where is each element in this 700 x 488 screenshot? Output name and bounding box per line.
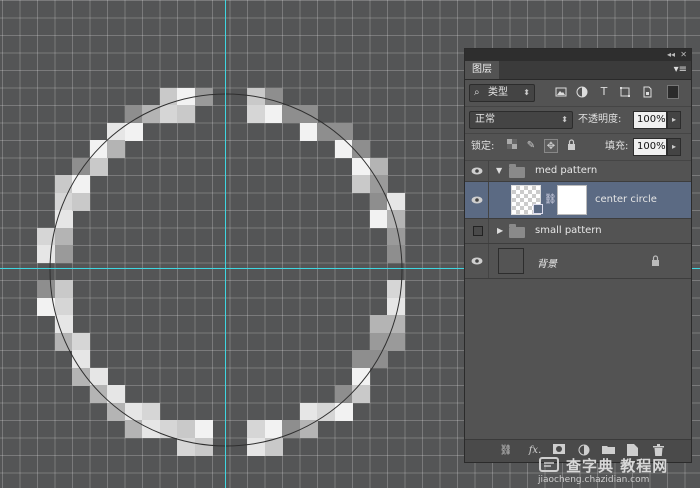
opacity-label: 不透明度: [578,114,622,125]
opacity-dropdown-icon[interactable]: ▸ [667,111,681,129]
lock-row: 锁定: ✎ ✥ 填充: 100% ▸ [465,134,691,161]
lock-label: 锁定: [471,141,495,152]
layer-lock-icon [651,255,660,269]
watermark-url: jiaocheng.chazidian.com [538,475,650,485]
adjustment-filter-icon[interactable] [576,86,588,98]
fill-field[interactable]: 100% [633,138,667,156]
eye-icon[interactable] [471,167,483,175]
updown-arrows-icon: ⬍ [561,115,568,124]
layer-name: med pattern [535,165,598,176]
watermark-logo [539,457,559,472]
search-icon: ⌕ [474,87,480,98]
mask-thumbnail[interactable] [557,185,587,215]
lock-position-icon[interactable]: ✥ [544,139,558,153]
watermark-main-text: 查字典 教程网 [566,457,669,475]
watermark: 查字典 教程网 jiaocheng.chazidian.com [538,455,698,487]
layers-panel: ◂◂ ✕ 图层 ▾≡ ⌕ 类型 ⬍ T 正常 ⬍ 不透明度: 100% ▸ 锁定… [464,48,692,463]
expand-triangle-icon[interactable]: ▼ [496,166,502,175]
visibility-cell[interactable] [465,161,489,181]
visibility-cell[interactable] [465,244,489,278]
panel-menu-icon[interactable]: ▾≡ [674,63,687,77]
blend-mode-label: 正常 [475,114,495,125]
shape-filter-icon[interactable] [619,86,631,98]
image-filter-icon[interactable] [555,86,567,98]
eye-icon[interactable] [471,257,483,265]
opacity-field[interactable]: 100% [633,111,667,129]
blend-row: 正常 ⬍ 不透明度: 100% ▸ [465,107,691,134]
panel-title-bar: ◂◂ ✕ [465,49,691,61]
layer-name: center circle [595,194,657,205]
filter-kind-select[interactable]: ⌕ 类型 ⬍ [469,84,535,102]
layer-row-small-pattern[interactable]: ▶ small pattern [465,219,691,244]
layer-row-center-circle[interactable]: ⛓ center circle [465,182,691,219]
smart-object-badge-icon [533,204,543,214]
visibility-off-box[interactable] [473,226,483,236]
visibility-cell[interactable] [465,182,489,218]
link-icon[interactable]: ⛓ [544,194,557,205]
collapsed-triangle-icon[interactable]: ▶ [497,226,503,235]
lock-image-pixels-icon[interactable]: ✎ [524,139,538,153]
collapse-panel-icon[interactable]: ◂◂ [667,49,675,61]
close-panel-icon[interactable]: ✕ [680,49,687,61]
blend-mode-select[interactable]: 正常 ⬍ [469,111,573,129]
tab-layers[interactable]: 图层 [465,61,499,79]
folder-icon [509,164,525,178]
fill-label: 填充: [605,141,629,152]
fill-dropdown-icon[interactable]: ▸ [667,138,681,156]
lock-all-icon[interactable] [564,139,578,153]
layer-name: 背景 [537,259,557,270]
layer-row-background[interactable]: 背景 [465,244,691,279]
eye-icon[interactable] [471,196,483,204]
smart-object-filter-icon[interactable] [641,86,653,98]
filter-row: ⌕ 类型 ⬍ T [465,80,691,107]
visibility-cell[interactable] [465,219,489,243]
layer-thumbnail[interactable] [498,248,524,274]
panel-tab-bar: 图层 ▾≡ [465,61,691,80]
lock-transparent-pixels-icon[interactable] [505,139,519,153]
filter-kind-label: 类型 [488,87,508,98]
updown-arrows-icon: ⬍ [523,88,530,97]
layer-row-med-pattern[interactable]: ▼ med pattern [465,161,691,182]
folder-icon [509,224,525,238]
type-filter-icon[interactable]: T [598,86,610,98]
layer-name: small pattern [535,225,602,236]
filter-toggle-switch[interactable] [667,85,679,99]
link-layers-icon[interactable]: ⛓ [499,444,513,458]
vertical-guide[interactable] [225,0,226,488]
